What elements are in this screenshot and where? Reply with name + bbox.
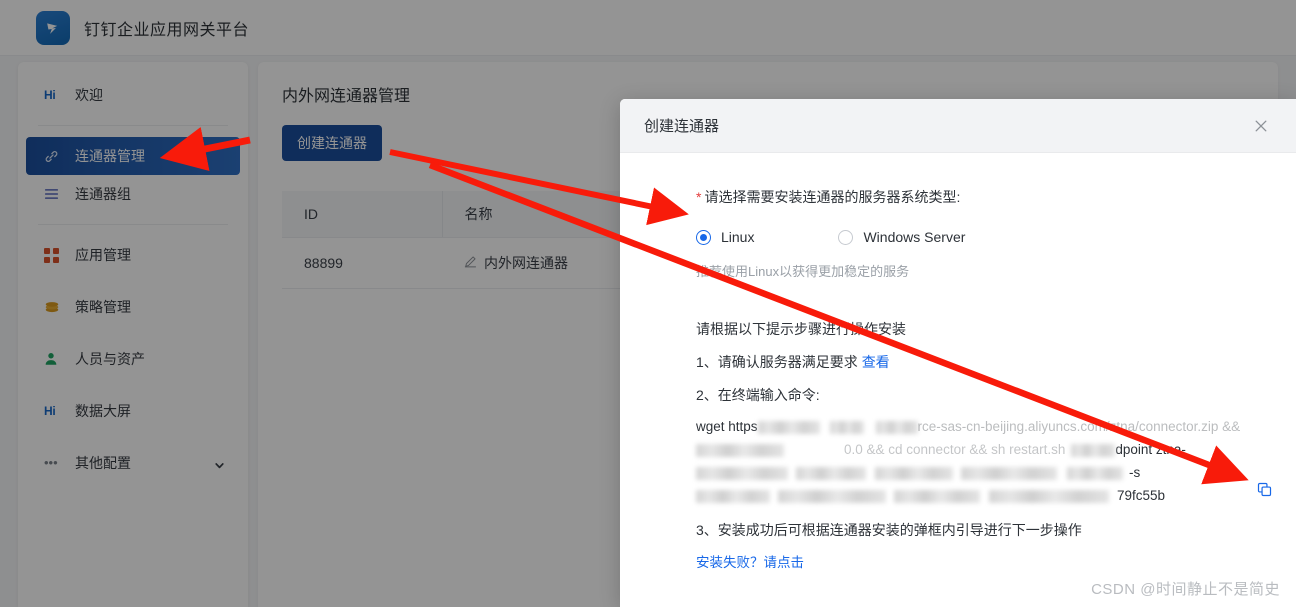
install-command-block[interactable]: wget https rce-sas-cn-beijing.aliyuncs.co…	[696, 415, 1272, 507]
redacted-block	[796, 466, 866, 480]
command-line-1-prefix: wget https	[696, 419, 758, 434]
redacted-block	[1071, 443, 1116, 457]
command-line-3: -s	[696, 461, 1244, 484]
required-mark: *	[696, 189, 702, 205]
redacted-block	[829, 420, 864, 434]
redacted-block	[757, 420, 820, 434]
copy-icon[interactable]	[1257, 481, 1272, 504]
radio-linux-label: Linux	[721, 229, 755, 245]
modal-body: * 请选择需要安装连通器的服务器系统类型: Linux Windows Serve…	[620, 153, 1296, 571]
redacted-block	[961, 466, 1057, 480]
redacted-block	[696, 443, 784, 457]
command-line-1-mid: rce-sas-cn-beijing.aliyuncs.com/ztna/con…	[917, 419, 1241, 434]
create-connector-modal: 创建连通器 * 请选择需要安装连通器的服务器系统类型: Linux Windows…	[620, 99, 1296, 607]
radio-windows-server[interactable]: Windows Server	[838, 229, 965, 245]
redacted-block	[778, 489, 886, 503]
step-1-view-link[interactable]: 查看	[862, 354, 890, 370]
redacted-block	[696, 466, 788, 480]
step-2: 2、在终端输入命令:	[696, 387, 820, 403]
modal-title: 创建连通器	[644, 118, 720, 135]
step-1: 1、请确认服务器满足要求 查看	[696, 352, 1296, 372]
step-1-text: 1、请确认服务器满足要求	[696, 354, 858, 370]
csdn-watermark: CSDN @时间静止不是简史	[1091, 581, 1280, 598]
redacted-block	[875, 420, 918, 434]
radio-dot-icon	[696, 229, 711, 245]
radio-linux[interactable]: Linux	[696, 229, 754, 245]
redacted-block	[875, 466, 953, 480]
install-failed-link[interactable]: 安装失败？请点击	[696, 551, 1296, 571]
radio-dot-icon	[838, 229, 854, 245]
redacted-block	[1067, 466, 1123, 480]
system-type-label: * 请选择需要安装连通器的服务器系统类型:	[696, 187, 1296, 207]
redacted-block	[894, 489, 980, 503]
close-icon[interactable]	[1250, 115, 1272, 137]
system-type-label-text: 请选择需要安装连通器的服务器系统类型:	[704, 189, 961, 205]
system-type-hint: 推荐使用Linux以获得更加稳定的服务	[696, 264, 910, 279]
modal-header: 创建连通器	[620, 99, 1296, 153]
redacted-block	[696, 489, 770, 503]
command-line-1: wget https rce-sas-cn-beijing.aliyuncs.co…	[696, 415, 1244, 438]
radio-windows-server-label: Windows Server	[863, 229, 966, 245]
command-line-4-suffix: 79fc55b	[1117, 488, 1166, 503]
steps-intro: 请根据以下提示步骤进行操作安装	[696, 321, 906, 337]
command-line-2-suffix: dpoint ztna-	[1115, 442, 1186, 457]
command-line-2-mid: 0.0 && cd connector && sh restart.sh	[844, 442, 1066, 457]
step-3: 3、安装成功后可根据连通器安装的弹框内引导进行下一步操作	[696, 522, 1082, 538]
command-line-3-suffix: -s	[1129, 465, 1141, 480]
redacted-block	[989, 489, 1109, 503]
screen-root: 钉钉企业应用网关平台 Hi 欢迎 连通器管理 连通器组 应用管理 策略管理 人员…	[0, 0, 1296, 607]
command-line-2: 0.0 && cd connector && sh restart.sh dpoi…	[696, 438, 1244, 461]
system-type-radio-group: Linux Windows Server	[696, 229, 1296, 245]
command-line-4: 79fc55b	[696, 482, 1272, 507]
